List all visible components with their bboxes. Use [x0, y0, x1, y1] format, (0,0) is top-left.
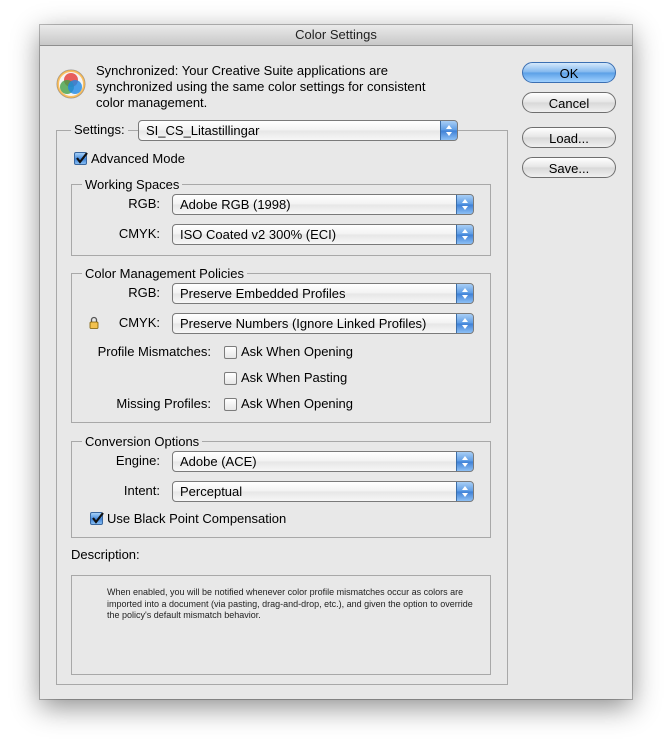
description-text: When enabled, you will be notified whene…	[107, 587, 473, 620]
intent-popup[interactable]: Perceptual	[172, 481, 474, 502]
ws-cmyk-label: CMYK:	[118, 226, 160, 241]
ws-cmyk-popup[interactable]: ISO Coated v2 300% (ECI)	[172, 224, 474, 245]
engine-value: Adobe (ACE)	[180, 454, 257, 469]
cancel-button[interactable]: Cancel	[522, 92, 616, 113]
popup-arrows-icon	[440, 121, 457, 140]
missing-ask-when-opening-label: Ask When Opening	[241, 396, 354, 411]
settings-value: SI_CS_Litastillingar	[146, 123, 260, 138]
ws-rgb-value: Adobe RGB (1998)	[180, 197, 291, 212]
black-point-compensation-checkbox[interactable]	[90, 512, 104, 525]
advanced-mode-checkbox[interactable]	[74, 152, 88, 165]
load-button[interactable]: Load...	[522, 127, 616, 148]
ask-when-pasting-label: Ask When Pasting	[241, 370, 348, 385]
popup-arrows-icon	[456, 195, 473, 214]
missing-profiles-label: Missing Profiles:	[116, 396, 211, 411]
ws-rgb-popup[interactable]: Adobe RGB (1998)	[172, 194, 474, 215]
window-title: Color Settings	[40, 25, 632, 46]
working-spaces-title: Working Spaces	[82, 177, 183, 192]
ok-button[interactable]: OK	[522, 62, 616, 83]
sync-status-message: Synchronized: Your Creative Suite applic…	[96, 63, 426, 110]
ws-cmyk-value: ISO Coated v2 300% (ECI)	[180, 227, 337, 242]
settings-popup[interactable]: SI_CS_Litastillingar	[138, 120, 458, 141]
policy-cmyk-popup[interactable]: Preserve Numbers (Ignore Linked Profiles…	[172, 313, 474, 334]
popup-arrows-icon	[456, 314, 473, 333]
policy-cmyk-label: CMYK:	[118, 315, 160, 330]
policy-rgb-value: Preserve Embedded Profiles	[180, 286, 346, 301]
black-point-compensation-label: Use Black Point Compensation	[107, 511, 287, 526]
color-wheel-icon	[56, 69, 86, 99]
intent-label: Intent:	[123, 483, 160, 498]
policies-title: Color Management Policies	[82, 266, 247, 281]
save-button[interactable]: Save...	[522, 157, 616, 178]
ask-when-opening-checkbox[interactable]	[224, 346, 237, 359]
ask-when-opening-label: Ask When Opening	[241, 344, 354, 359]
description-label: Description:	[71, 547, 140, 562]
popup-arrows-icon	[456, 225, 473, 244]
ws-rgb-label: RGB:	[128, 196, 160, 211]
engine-popup[interactable]: Adobe (ACE)	[172, 451, 474, 472]
lock-icon	[89, 316, 99, 329]
ask-when-pasting-checkbox[interactable]	[224, 372, 237, 385]
settings-label: Settings:	[71, 122, 128, 137]
intent-value: Perceptual	[180, 484, 243, 499]
policy-rgb-popup[interactable]: Preserve Embedded Profiles	[172, 283, 474, 304]
popup-arrows-icon	[456, 452, 473, 471]
popup-arrows-icon	[456, 482, 473, 501]
conversion-title: Conversion Options	[82, 434, 203, 449]
advanced-mode-label: Advanced Mode	[91, 151, 185, 166]
policy-cmyk-value: Preserve Numbers (Ignore Linked Profiles…	[180, 316, 427, 331]
policy-rgb-label: RGB:	[128, 285, 160, 300]
popup-arrows-icon	[456, 284, 473, 303]
color-settings-dialog: Color Settings Synchronized: Your Creati…	[40, 25, 632, 699]
profile-mismatches-label: Profile Mismatches:	[97, 344, 211, 359]
missing-ask-when-opening-checkbox[interactable]	[224, 398, 237, 411]
engine-label: Engine:	[115, 453, 160, 468]
